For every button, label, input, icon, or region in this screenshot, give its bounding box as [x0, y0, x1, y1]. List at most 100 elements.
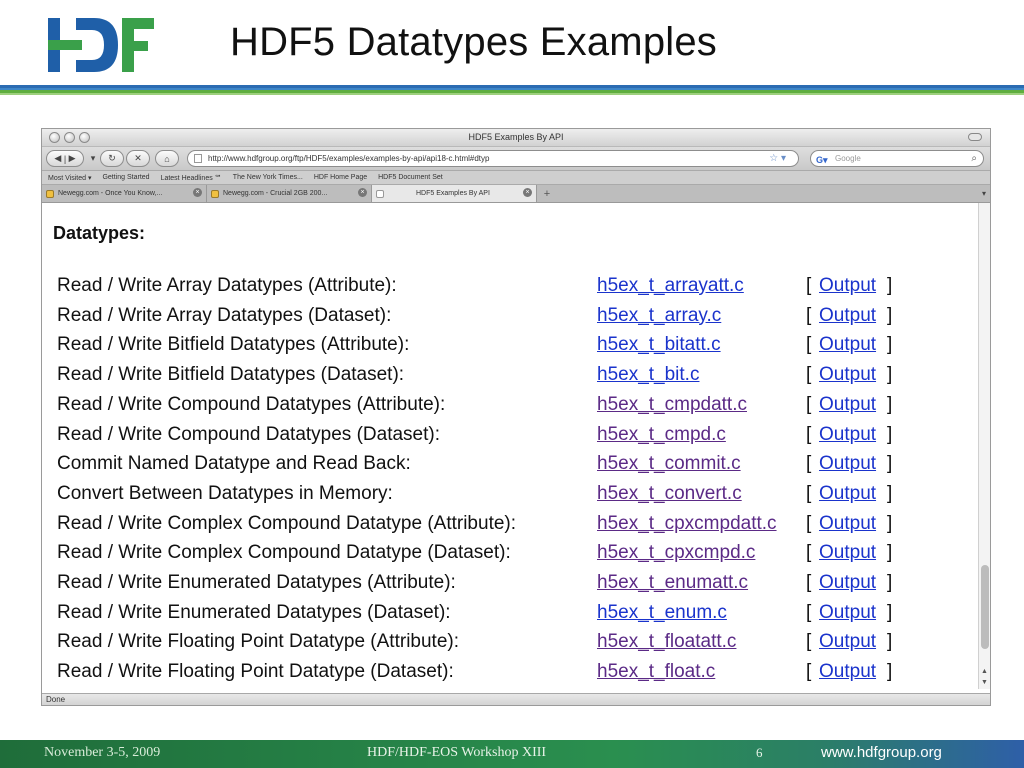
output-link[interactable]: Output: [819, 394, 876, 416]
output-link[interactable]: Output: [819, 602, 876, 624]
example-description: Read / Write Enumerated Datatypes (Attri…: [57, 572, 456, 593]
source-file-link[interactable]: h5ex_t_arrayatt.c: [597, 275, 744, 297]
tab-hdf5-examples[interactable]: HDF5 Examples By API ×: [372, 185, 537, 202]
bookmark-most-visited[interactable]: Most Visited ▾: [48, 174, 91, 182]
tab-label: Newegg.com - Crucial 2GB 200...: [223, 190, 328, 197]
bookmark-hdf-home[interactable]: HDF Home Page: [314, 174, 367, 181]
tab-newegg-1[interactable]: Newegg.com - Once You Know,... ×: [42, 185, 207, 202]
newegg-favicon: [46, 189, 54, 198]
bracket-open: [: [806, 542, 812, 564]
bracket-close: ]: [887, 601, 893, 623]
vertical-scrollbar[interactable]: ▲ ▼: [978, 203, 990, 689]
star-icon[interactable]: ☆ ▾: [769, 151, 786, 166]
source-file-link[interactable]: h5ex_t_convert.c: [597, 483, 742, 505]
source-file-link[interactable]: h5ex_t_array.c: [597, 305, 721, 327]
window-title: HDF5 Examples By API: [468, 132, 564, 142]
scrollbar-thumb[interactable]: [981, 565, 989, 649]
tab-list-icon[interactable]: ▾: [982, 189, 986, 198]
bracket-close: ]: [887, 304, 893, 326]
slide-number: 6: [756, 745, 763, 760]
bracket-open: [: [806, 275, 812, 296]
stop-icon: ✕: [134, 153, 142, 163]
example-row: Read / Write Enumerated Datatypes (Datas…: [42, 602, 972, 632]
source-file-link[interactable]: h5ex_t_cpxcmpd.c: [597, 542, 755, 564]
output-link[interactable]: Output: [819, 453, 876, 475]
bookmarks-toolbar: Most Visited ▾ Getting Started Latest He…: [42, 171, 990, 185]
example-description: Read / Write Complex Compound Datatype (…: [57, 512, 517, 534]
example-row: Read / Write Bitfield Datatypes (Dataset…: [42, 364, 972, 394]
scroll-up-icon[interactable]: ▲: [981, 668, 988, 675]
bookmark-nytimes[interactable]: The New York Times...: [233, 174, 303, 181]
output-link[interactable]: Output: [819, 542, 876, 564]
toolbar-toggle-button[interactable]: [968, 133, 982, 141]
page-icon: [194, 154, 202, 163]
example-row: Read / Write Enumerated Datatypes (Attri…: [42, 572, 972, 602]
example-description: Read / Write Compound Datatypes (Attribu…: [57, 393, 446, 415]
source-file-link[interactable]: h5ex_t_cmpd.c: [597, 424, 726, 446]
back-icon[interactable]: ◀: [54, 153, 61, 164]
new-tab-button[interactable]: +: [537, 185, 557, 202]
tab-newegg-2[interactable]: Newegg.com - Crucial 2GB 200... ×: [207, 185, 372, 202]
source-file-link[interactable]: h5ex_t_enum.c: [597, 602, 727, 624]
reload-button[interactable]: ↻: [100, 150, 124, 167]
back-forward-button[interactable]: ◀ | ▶: [46, 150, 84, 167]
output-link[interactable]: Output: [819, 572, 876, 594]
bracket-close: ]: [887, 423, 893, 445]
forward-icon[interactable]: ▶: [69, 153, 76, 164]
output-link[interactable]: Output: [819, 631, 876, 653]
output-link[interactable]: Output: [819, 661, 876, 683]
bracket-close: ]: [887, 661, 893, 683]
bracket-open: [: [806, 601, 812, 623]
output-link[interactable]: Output: [819, 305, 876, 327]
search-icon[interactable]: ⌕: [971, 151, 977, 166]
source-file-link[interactable]: h5ex_t_float.c: [597, 661, 715, 683]
home-icon: ⌂: [164, 153, 170, 164]
output-link[interactable]: Output: [819, 483, 876, 505]
output-link[interactable]: Output: [819, 513, 876, 535]
scroll-down-icon[interactable]: ▼: [981, 679, 988, 686]
output-link[interactable]: Output: [819, 364, 876, 386]
url-text: http://www.hdfgroup.org/ftp/HDF5/example…: [208, 154, 490, 163]
bracket-close: ]: [887, 364, 893, 386]
search-input[interactable]: G▾ Google ⌕: [810, 150, 984, 167]
stop-button[interactable]: ✕: [126, 150, 150, 167]
example-row: Read / Write Compound Datatypes (Dataset…: [42, 424, 972, 454]
bracket-close: ]: [887, 275, 893, 296]
history-dropdown-icon[interactable]: ▾: [89, 150, 97, 167]
example-row: Read / Write Bitfield Datatypes (Attribu…: [42, 334, 972, 364]
close-tab-icon[interactable]: ×: [358, 188, 367, 197]
output-link[interactable]: Output: [819, 334, 876, 356]
bracket-close: ]: [887, 542, 893, 564]
source-file-link[interactable]: h5ex_t_commit.c: [597, 453, 741, 475]
source-file-link[interactable]: h5ex_t_floatatt.c: [597, 631, 736, 653]
newegg-favicon: [211, 189, 219, 198]
tab-bar: Newegg.com - Once You Know,... × Newegg.…: [42, 185, 990, 203]
bookmark-latest-headlines[interactable]: Latest Headlines ℠: [161, 174, 222, 182]
navigation-toolbar: ◀ | ▶ ▾ ↻ ✕ ⌂ http://www.hdfgroup.org/ft…: [42, 147, 990, 171]
source-file-link[interactable]: h5ex_t_bit.c: [597, 364, 699, 386]
bookmark-getting-started[interactable]: Getting Started: [102, 174, 149, 181]
home-button[interactable]: ⌂: [155, 150, 179, 167]
output-link[interactable]: Output: [819, 424, 876, 446]
bracket-open: [: [806, 453, 812, 475]
footer-date: November 3-5, 2009: [44, 745, 161, 760]
example-row: Read / Write Array Datatypes (Attribute)…: [42, 275, 972, 305]
close-tab-icon[interactable]: ×: [523, 188, 532, 197]
example-description: Convert Between Datatypes in Memory:: [57, 482, 393, 504]
source-file-link[interactable]: h5ex_t_enumatt.c: [597, 572, 748, 594]
bracket-open: [: [806, 512, 812, 534]
slide-footer: November 3-5, 2009 HDF/HDF-EOS Workshop …: [0, 740, 1024, 768]
browser-window: HDF5 Examples By API ◀ | ▶ ▾ ↻ ✕ ⌂ http:…: [41, 128, 991, 706]
slide-title: HDF5 Datatypes Examples: [230, 20, 718, 64]
example-row: Read / Write Floating Point Datatype (Da…: [42, 661, 972, 689]
output-link[interactable]: Output: [819, 275, 876, 297]
example-description: Read / Write Floating Point Datatype (Da…: [57, 661, 454, 683]
bookmark-hdf5-docs[interactable]: HDF5 Document Set: [378, 174, 443, 181]
source-file-link[interactable]: h5ex_t_cmpdatt.c: [597, 394, 747, 416]
plus-icon: +: [543, 187, 551, 200]
close-tab-icon[interactable]: ×: [193, 188, 202, 197]
example-description: Read / Write Array Datatypes (Dataset):: [57, 304, 392, 326]
source-file-link[interactable]: h5ex_t_cpxcmpdatt.c: [597, 513, 777, 535]
source-file-link[interactable]: h5ex_t_bitatt.c: [597, 334, 721, 356]
url-field[interactable]: http://www.hdfgroup.org/ftp/HDF5/example…: [187, 150, 799, 167]
